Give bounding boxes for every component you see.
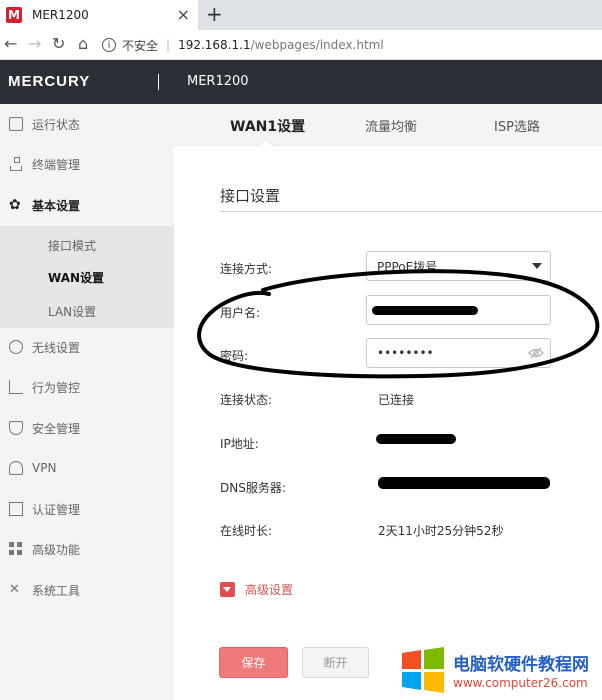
redaction-scribble [376,434,456,444]
close-tab-icon[interactable]: × [177,5,190,24]
sidebar-item-auth[interactable]: 认证管理 [0,489,174,529]
auth-icon [9,502,23,516]
watermark-url: www.computer26.com [453,676,588,690]
tab-isp-routing[interactable]: ISP选路 [494,116,540,135]
url-separator: | [166,38,171,52]
uptime-value: 2天11小时25分钟52秒 [378,524,504,538]
advanced-settings-toggle[interactable]: 高级设置 [220,581,293,598]
sidebar-item-status[interactable]: 运行状态 [0,104,174,144]
gear-icon: ✿ [9,197,21,213]
sidebar-item-vpn[interactable]: VPN [0,448,174,488]
connection-status-label: 连接状态: [220,393,273,407]
save-button[interactable]: 保存 [219,647,288,678]
browser-tab[interactable]: M MER1200 × [0,0,198,30]
mercury-logo: MERCURY [8,73,91,90]
sidebar-item-advanced[interactable]: 高级功能 [0,529,174,569]
ip-address-label: IP地址: [220,437,259,451]
sidebar-item-label: 认证管理 [32,502,81,517]
info-icon[interactable]: i [102,38,116,52]
header-divider [158,74,159,90]
section-title: 接口设置 [220,187,281,205]
disconnect-button[interactable]: 断开 [302,647,369,678]
sidebar-item-label: 终端管理 [32,157,81,172]
network-icon [9,157,23,171]
tab-wan1-settings[interactable]: WAN1设置 [230,116,305,136]
sidebar-item-label: 行为管控 [32,380,81,395]
wifi-icon [9,340,23,354]
content-tabs: WAN1设置 流量均衡 ISP选路 [174,104,602,146]
app-header: MERCURY MER1200 [0,60,602,104]
url-host: 192.168.1.1 [178,38,251,52]
tab-load-balance[interactable]: 流量均衡 [365,116,417,135]
sidebar-item-label: 运行状态 [32,117,81,132]
basic-settings-submenu: 接口模式 WAN设置 LAN设置 [0,226,174,328]
browser-tab-bar: M MER1200 × + [0,0,602,30]
address-bar: ← → ↻ ⌂ i 不安全 | 192.168.1.1 /webpages/in… [0,30,602,60]
sidebar-item-behavior[interactable]: 行为管控 [0,367,174,407]
chevron-down-icon [220,582,235,597]
forward-arrow-icon[interactable]: → [28,34,41,53]
windows-logo-icon [402,647,444,693]
grid-icon [9,542,23,556]
advanced-settings-label: 高级设置 [245,583,294,597]
tab-title: MER1200 [32,8,89,22]
watermark: 电脑软硬件教程网 www.computer26.com [397,643,602,700]
redaction-scribble [378,477,550,489]
section-divider [220,211,602,212]
url-path: /webpages/index.html [250,38,384,52]
subitem-wan-settings[interactable]: WAN设置 [48,269,104,286]
sidebar-item-terminal[interactable]: 终端管理 [0,144,174,184]
sidebar-item-basic-settings[interactable]: ✿ 基本设置 [0,185,174,225]
sidebar-item-system-tools[interactable]: ✕ 系统工具 [0,570,174,610]
sidebar-item-label: 基本设置 [32,198,81,213]
dns-server-label: DNS服务器: [220,481,286,495]
sidebar-item-label: VPN [32,461,57,475]
sidebar-item-wireless[interactable]: 无线设置 [0,327,174,367]
hand-drawn-ellipse [197,269,600,379]
sidebar-item-security[interactable]: 安全管理 [0,408,174,448]
url-field[interactable]: i 不安全 | 192.168.1.1 /webpages/index.html [102,34,602,56]
sidebar-item-label: 无线设置 [32,340,81,355]
sidebar: 运行状态 终端管理 ✿ 基本设置 接口模式 WAN设置 LAN设置 无线设置 行… [0,104,174,700]
shield-icon [9,421,23,435]
reload-icon[interactable]: ↻ [52,34,65,53]
sidebar-item-label: 高级功能 [32,542,81,557]
mercury-favicon-icon: M [6,7,22,23]
monitor-icon [9,117,23,131]
sidebar-item-label: 安全管理 [32,421,81,436]
watermark-title: 电脑软硬件教程网 [453,655,589,675]
tools-icon: ✕ [9,582,20,597]
vpn-icon [9,461,23,475]
security-label: 不安全 [122,38,159,53]
chart-icon [9,380,23,394]
subitem-interface-mode[interactable]: 接口模式 [48,237,96,254]
device-model: MER1200 [187,74,249,89]
connection-status-value: 已连接 [378,393,415,407]
subitem-lan-settings[interactable]: LAN设置 [48,303,96,320]
back-arrow-icon[interactable]: ← [4,34,17,53]
home-icon[interactable]: ⌂ [78,34,88,53]
new-tab-icon[interactable]: + [206,2,223,26]
uptime-label: 在线时长: [220,524,273,538]
sidebar-item-label: 系统工具 [32,583,81,598]
